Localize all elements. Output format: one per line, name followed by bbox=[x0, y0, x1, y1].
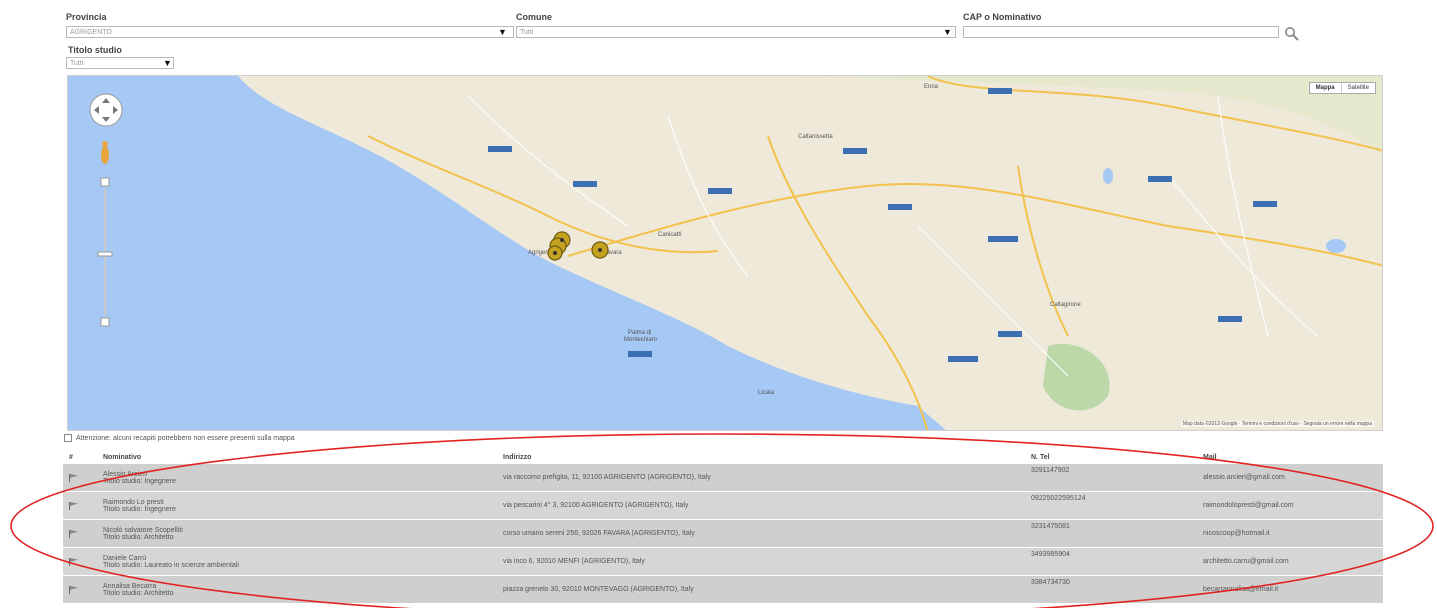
nominativo-title: Titolo studio: Architetto bbox=[103, 533, 174, 541]
comune-placeholder: Tutti bbox=[520, 29, 534, 36]
cell-flag bbox=[63, 492, 97, 519]
cell-indirizzo: corso umano sereni 256, 92026 FAVARA (AG… bbox=[503, 530, 695, 537]
flag-icon bbox=[69, 529, 78, 538]
svg-text:Montechiaro: Montechiaro bbox=[624, 337, 658, 343]
map-type-mappa[interactable]: Mappa bbox=[1310, 83, 1342, 93]
cell-flag bbox=[63, 548, 97, 575]
cell-mail[interactable]: becarrannalisa@email.it bbox=[1197, 576, 1383, 603]
cell-mail[interactable]: raimondolopresti@gmail.com bbox=[1197, 492, 1383, 519]
cell-tel: 3231475081 bbox=[1031, 523, 1070, 530]
map-attribution[interactable]: Map data ©2013 Google · Termini e condiz… bbox=[1180, 421, 1374, 427]
cell-mail[interactable]: nicoscoop@hotmail.it bbox=[1197, 520, 1383, 547]
table-row[interactable]: Raimondo Lo presti Titolo studio: Ingegne… bbox=[63, 492, 1383, 520]
chevron-down-icon[interactable]: ▼ bbox=[943, 27, 952, 37]
cell-nominativo: Annalisa Becarra Titolo studio: Architett… bbox=[97, 576, 497, 603]
cell-mail[interactable]: architetto.carru@gmail.com bbox=[1197, 548, 1383, 575]
svg-text:Enna: Enna bbox=[924, 84, 939, 90]
flag-icon bbox=[69, 501, 78, 510]
comune-label: Comune bbox=[516, 12, 552, 22]
nominativo-name: Raimondo Lo presti bbox=[103, 498, 164, 506]
nominativo-title: Titolo studio: Ingegnere bbox=[103, 477, 176, 485]
pegman-icon bbox=[101, 141, 109, 164]
cell-tel: 3384734730 bbox=[1031, 579, 1070, 586]
provincia-select[interactable]: AGRIGENTO bbox=[66, 26, 514, 38]
svg-text:Licata: Licata bbox=[758, 390, 775, 396]
cell-tel: 3291147902 bbox=[1031, 467, 1070, 474]
table-header: # Nominativo Indirizzo N. Tel Mail bbox=[63, 450, 1383, 464]
cell-indirizzo: via pescarini 4° 3, 92100 AGRIGENTO (AGR… bbox=[503, 502, 689, 509]
map-type-control[interactable]: Mappa Satellite bbox=[1308, 82, 1376, 94]
cell-indirizzo: piazza grenelo 30, 92010 MONTEVAGO (AGRI… bbox=[503, 586, 694, 593]
search-icon[interactable] bbox=[1284, 26, 1300, 42]
provincia-value: AGRIGENTO bbox=[70, 29, 112, 36]
map-type-satellite[interactable]: Satellite bbox=[1342, 83, 1375, 93]
cell-nominativo: Raimondo Lo presti Titolo studio: Ingegne… bbox=[97, 492, 497, 519]
titolo-label: Titolo studio bbox=[68, 45, 122, 55]
chevron-down-icon[interactable]: ▼ bbox=[498, 27, 507, 37]
pan-control bbox=[89, 93, 123, 127]
results-table: # Nominativo Indirizzo N. Tel Mail Aless… bbox=[63, 450, 1383, 604]
table-row[interactable]: Nicolò salvatore Scopelliti Titolo studio… bbox=[63, 520, 1383, 548]
flag-icon bbox=[69, 473, 78, 482]
svg-text:Palma di: Palma di bbox=[628, 330, 651, 336]
nominativo-name: Daniele Carrù bbox=[103, 554, 147, 562]
cell-tel: 3493985904 bbox=[1031, 551, 1070, 558]
titolo-placeholder: Tutti bbox=[70, 60, 84, 67]
nominativo-name: Alessio Arcieri bbox=[103, 470, 147, 478]
cap-label: CAP o Nominativo bbox=[963, 12, 1042, 22]
notice-checkbox[interactable] bbox=[64, 434, 72, 442]
nominativo-title: Titolo studio: Laureato in scienze ambie… bbox=[103, 561, 239, 569]
header-tel: N. Tel bbox=[1031, 453, 1050, 461]
titolo-select[interactable]: Tutti bbox=[66, 57, 174, 69]
nominativo-name: Annalisa Becarra bbox=[103, 582, 157, 590]
provincia-label: Provincia bbox=[66, 12, 107, 22]
cell-indirizzo: via raccomo prefigita, 11, 92100 AGRIGEN… bbox=[503, 474, 711, 481]
cell-nominativo: Daniele Carrù Titolo studio: Laureato in … bbox=[97, 548, 497, 575]
flag-icon bbox=[69, 557, 78, 566]
header-nominativo: Nominativo bbox=[103, 453, 142, 461]
cell-flag bbox=[63, 576, 97, 603]
cell-flag bbox=[63, 520, 97, 547]
svg-text:Caltanissetta: Caltanissetta bbox=[798, 134, 833, 140]
table-body: Alessio Arcieri Titolo studio: Ingegnere v… bbox=[63, 464, 1383, 604]
table-row[interactable]: Alessio Arcieri Titolo studio: Ingegnere v… bbox=[63, 464, 1383, 492]
svg-text:Caltagirone: Caltagirone bbox=[1050, 302, 1081, 308]
svg-text:Canicattì: Canicattì bbox=[658, 232, 682, 238]
notice-row: Attenzione: alcuni recapiti potrebbero n… bbox=[64, 434, 295, 442]
cell-tel: 09225022595124 bbox=[1031, 495, 1086, 502]
comune-select[interactable]: Tutti bbox=[516, 26, 956, 38]
cell-nominativo: Alessio Arcieri Titolo studio: Ingegnere bbox=[97, 464, 497, 491]
nominativo-title: Titolo studio: Architetto bbox=[103, 589, 174, 597]
table-row[interactable]: Annalisa Becarra Titolo studio: Architett… bbox=[63, 576, 1383, 604]
nominativo-title: Titolo studio: Ingegnere bbox=[103, 505, 176, 513]
header-indirizzo: Indirizzo bbox=[503, 453, 532, 461]
cap-input[interactable] bbox=[963, 26, 1279, 38]
nominativo-name: Nicolò salvatore Scopelliti bbox=[103, 526, 183, 534]
cell-indirizzo: via inco 6, 92010 MENFI (AGRIGENTO), Ita… bbox=[503, 558, 645, 565]
cell-flag bbox=[63, 464, 97, 491]
table-row[interactable]: Daniele Carrù Titolo studio: Laureato in … bbox=[63, 548, 1383, 576]
flag-icon bbox=[69, 585, 78, 594]
header-index: # bbox=[69, 453, 73, 461]
header-mail: Mail bbox=[1203, 453, 1217, 461]
map-canvas[interactable]: Palma di Montechiaro Caltanissetta Calta… bbox=[68, 76, 1383, 431]
map[interactable]: Palma di Montechiaro Caltanissetta Calta… bbox=[67, 75, 1383, 431]
notice-text: Attenzione: alcuni recapiti potrebbero n… bbox=[76, 434, 295, 442]
cell-nominativo: Nicolò salvatore Scopelliti Titolo studio… bbox=[97, 520, 497, 547]
chevron-down-icon[interactable]: ▼ bbox=[163, 58, 172, 68]
cell-mail[interactable]: alessio.arcieri@gmail.com bbox=[1197, 464, 1383, 491]
